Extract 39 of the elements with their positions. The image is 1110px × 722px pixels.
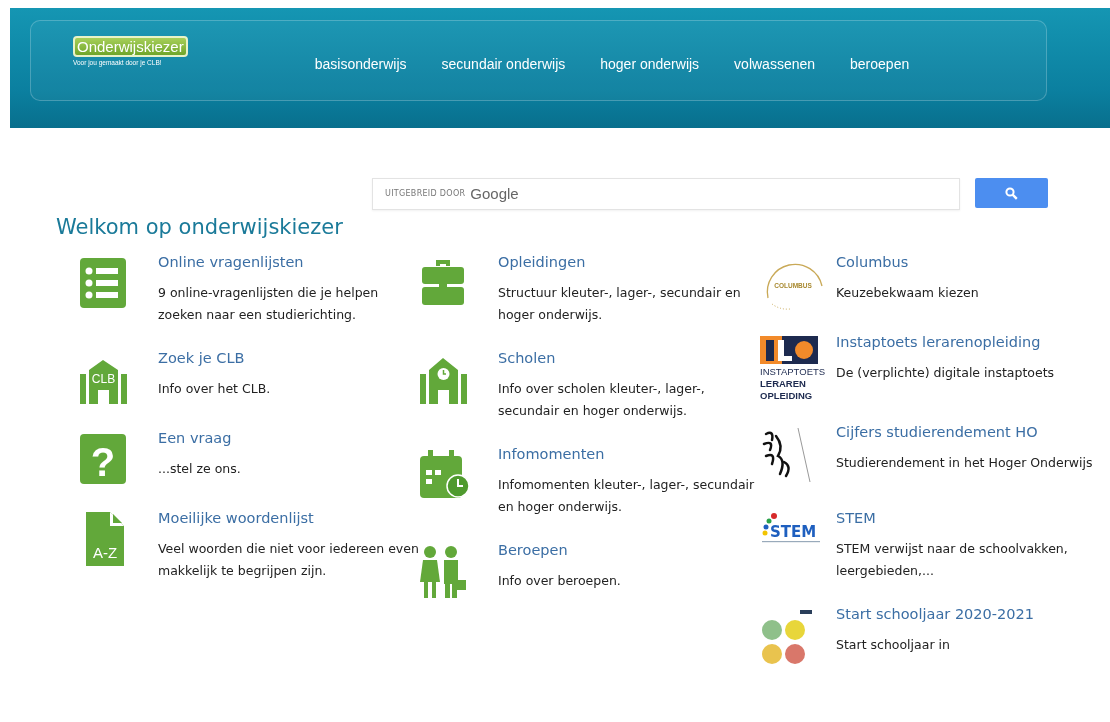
item-description: ...stel ze ons. xyxy=(158,460,241,479)
item-description: 9 online-vragenlijsten die je helpen zoeken naar een studierichting. xyxy=(158,284,380,325)
item-title-link[interactable]: Infomomenten xyxy=(498,446,760,463)
item-title-link[interactable]: Beroepen xyxy=(498,542,621,559)
item-description: Veel woorden die niet voor iedereen even makkelijk te begrijpen zijn. xyxy=(158,540,420,581)
item-description: Infomomenten kleuter-, lager-, secundair en hoger onderwijs. xyxy=(498,476,756,517)
nav-link[interactable]: volwassenen xyxy=(734,54,816,75)
page-heading: Welkom op onderwijskiezer xyxy=(56,215,344,241)
item-title-link[interactable]: STEM xyxy=(836,510,1041,527)
search-button[interactable] xyxy=(975,178,1048,208)
item-title-link[interactable]: Scholen xyxy=(498,350,760,367)
item-description: Keuzebekwaam kiezen xyxy=(836,284,979,303)
item-title-link[interactable]: Instaptoets lerarenopleiding xyxy=(836,334,1041,351)
item-title-link[interactable]: Cijfers studierendement HO xyxy=(836,424,1041,441)
ilo-logo[interactable]: INSTAPTOETS LERAREN OPLEIDING xyxy=(760,336,826,401)
item-description: Info over scholen kleuter-, lager-, secundair en hoger onderwijs. xyxy=(498,380,706,421)
item-title-link[interactable]: Online vragenlijsten xyxy=(158,254,420,271)
search-brand: Google xyxy=(470,183,519,204)
item-title-link[interactable]: Start schooljaar 2020-2021 xyxy=(836,606,1034,623)
item-description: STEM verwijst naar de schoolvakken, leergebieden,... xyxy=(836,540,1069,581)
item-title-link[interactable]: Moeilijke woordenlijst xyxy=(158,510,420,527)
item-description: Info over het CLB. xyxy=(158,380,271,399)
item-description: De (verplichte) digitale instaptoets xyxy=(836,364,1055,383)
item-description: Info over beroepen. xyxy=(498,572,621,591)
item-title-link[interactable]: Zoek je CLB xyxy=(158,350,271,367)
item-description: Structuur kleuter-, lager-, secundair en hoger onderwijs. xyxy=(498,284,742,325)
item-description: Studierendement in het Hoger Onderwijs xyxy=(836,454,1093,473)
nav-link[interactable]: hoger onderwijs xyxy=(600,54,700,75)
item-description: Start schooljaar in xyxy=(836,636,951,655)
nav-link[interactable]: basisonderwijs xyxy=(314,54,407,75)
nav-link[interactable]: beroepen xyxy=(850,54,910,75)
search-attribution: UITGEBREID DOOR xyxy=(385,188,466,200)
item-title-link[interactable]: Een vraag xyxy=(158,430,241,447)
search-field[interactable]: UITGEBREID DOOR Google xyxy=(372,178,960,210)
nav-link[interactable]: secundair onderwijs xyxy=(441,54,566,75)
item-title-link[interactable]: Columbus xyxy=(836,254,979,271)
item-title-link[interactable]: Opleidingen xyxy=(498,254,760,271)
stem-logo[interactable]: STEM xyxy=(760,512,826,553)
search-icon xyxy=(1005,186,1018,200)
